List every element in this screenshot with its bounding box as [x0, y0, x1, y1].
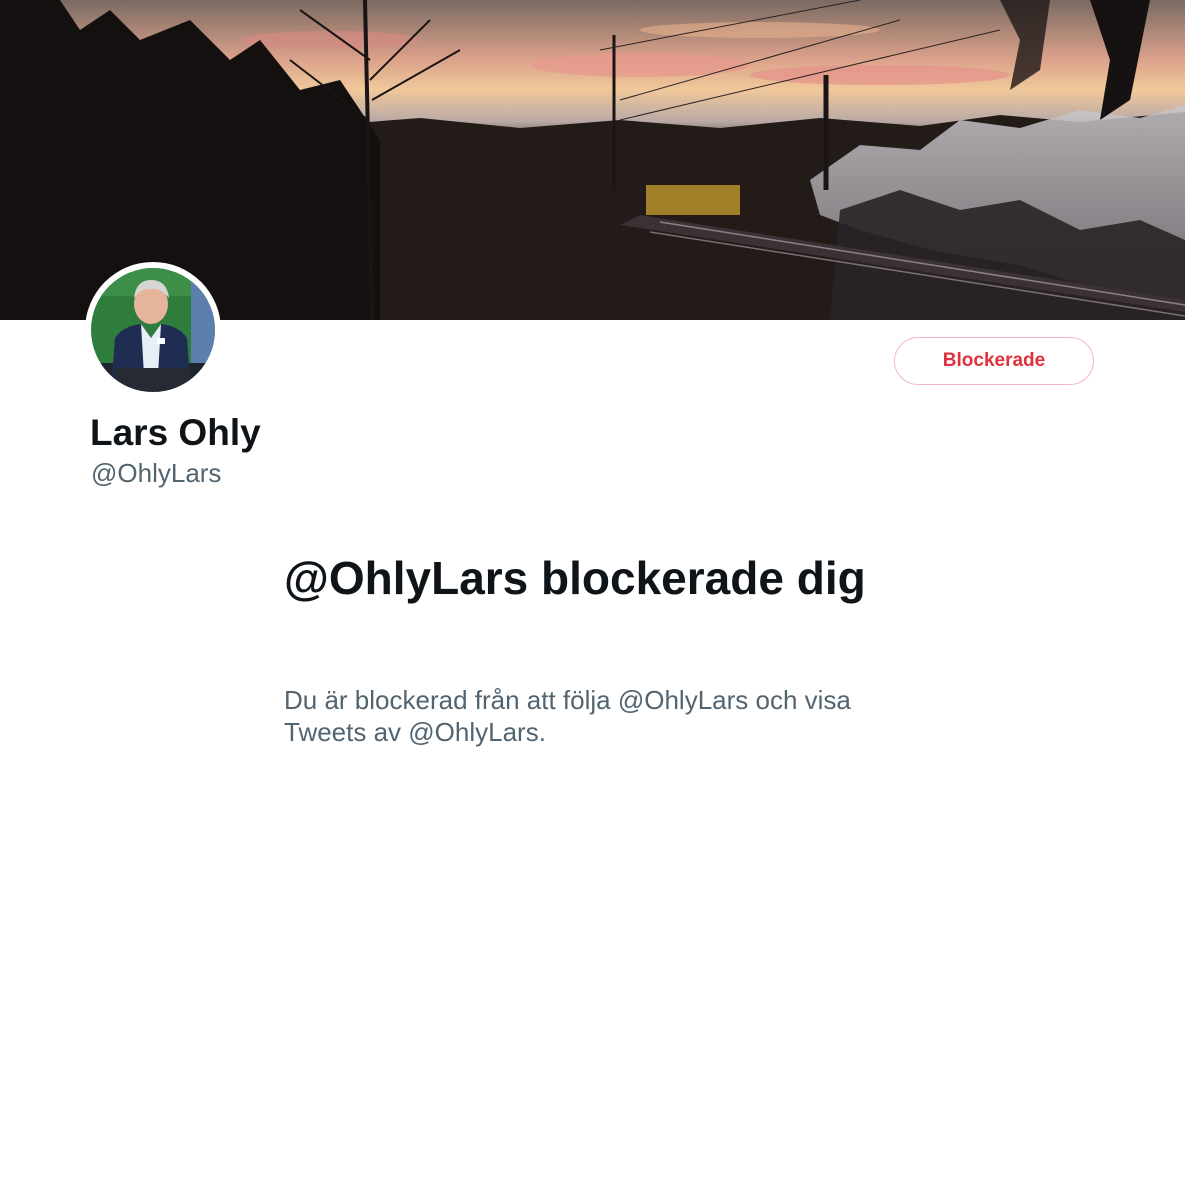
blocked-button[interactable]: Blockerade — [894, 337, 1094, 385]
profile-avatar[interactable] — [85, 262, 221, 398]
block-notice-description: Du är blockerad från att följa @OhlyLars… — [284, 685, 851, 747]
avatar-photo — [91, 268, 215, 392]
profile-display-name: Lars Ohly — [90, 412, 261, 453]
profile-handle: @OhlyLars — [91, 458, 222, 488]
block-notice-title: @OhlyLars blockerade dig — [284, 552, 866, 604]
